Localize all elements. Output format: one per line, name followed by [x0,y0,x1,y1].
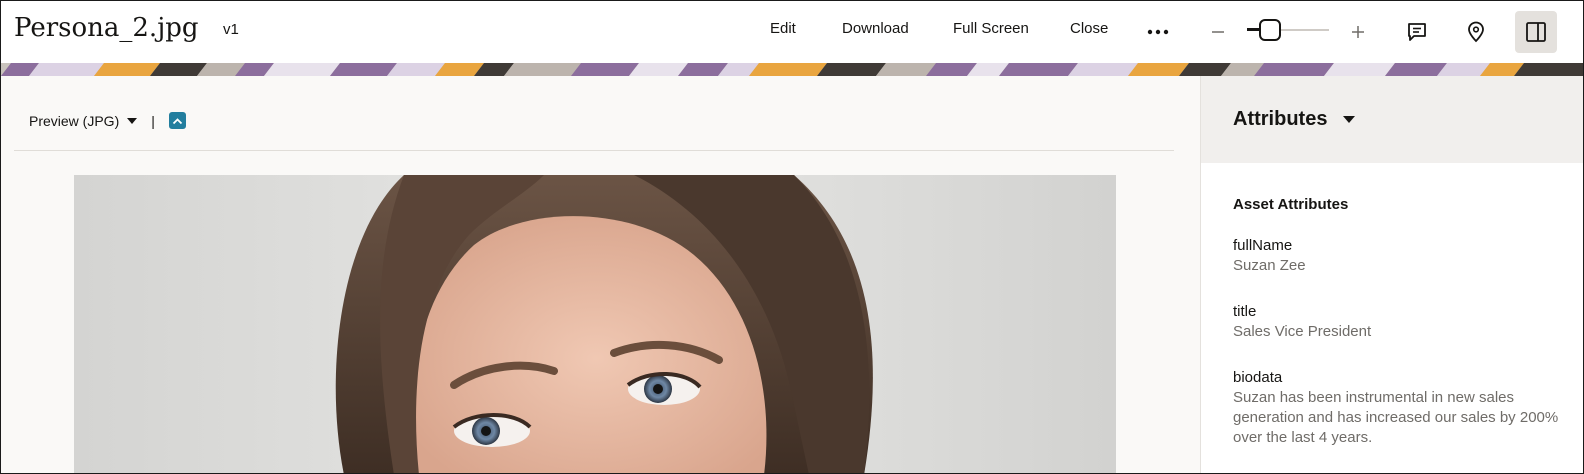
attributes-panel: Attributes Asset Attributes fullName Suz… [1200,76,1583,473]
preview-area: Preview (JPG) | [1,76,1200,473]
asset-image [74,175,1116,473]
zoom-in-icon [1352,26,1364,38]
attribute-title: title Sales Vice President [1233,302,1563,342]
attributes-title: Attributes [1233,108,1328,130]
comments-button[interactable] [1400,15,1434,49]
chevron-down-icon [1343,116,1356,123]
preview-format-dropdown[interactable]: Preview (JPG) [29,112,138,129]
asset-viewer: Persona_2.jpg v1 Edit Download Full Scre… [0,0,1584,474]
viewer-header: Persona_2.jpg v1 Edit Download Full Scre… [1,1,1583,63]
asset-title: Persona_2.jpg [14,13,199,43]
location-pin-icon [1468,21,1484,43]
asset-attributes-heading: Asset Attributes [1233,196,1349,213]
full-screen-button[interactable]: Full Screen [953,20,1029,37]
attribute-value: Suzan has been instrumental in new sales… [1233,389,1559,446]
attribute-key: biodata [1233,369,1283,386]
attribute-key: fullName [1233,237,1293,254]
zoom-slider-thumb[interactable] [1259,19,1281,41]
collapse-toolbar-button[interactable] [168,112,186,129]
toolbar-divider [14,150,1174,151]
panel-toggle-button[interactable] [1515,11,1557,53]
attributes-dropdown[interactable]: Attributes [1233,108,1356,131]
decorative-banner [1,63,1583,76]
attribute-key: title [1233,303,1257,320]
attribute-fullname: fullName Suzan Zee [1233,236,1563,276]
attribute-biodata: biodata Suzan has been instrumental in n… [1233,368,1563,448]
attribute-value: Suzan Zee [1233,257,1306,274]
chevron-down-icon [127,117,138,124]
location-button[interactable] [1459,15,1493,49]
comments-icon [1408,23,1426,41]
attribute-value: Sales Vice President [1233,323,1372,340]
zoom-out-icon [1212,31,1224,33]
toolbar-separator: | [151,112,155,129]
attributes-panel-header: Attributes [1201,76,1583,163]
close-button[interactable]: Close [1070,20,1108,37]
more-actions-button[interactable] [1141,15,1175,49]
zoom-in-button[interactable] [1341,15,1375,49]
portrait-photo [74,175,1116,473]
preview-format-label: Preview (JPG) [29,112,120,129]
version-label[interactable]: v1 [223,21,239,38]
panel-toggle-icon [1526,22,1546,42]
download-button[interactable]: Download [842,20,909,37]
more-icon [1147,29,1169,35]
preview-toolbar: Preview (JPG) | [29,112,186,129]
chevron-up-icon [172,117,183,124]
edit-button[interactable]: Edit [770,20,796,37]
zoom-out-button[interactable] [1201,15,1235,49]
